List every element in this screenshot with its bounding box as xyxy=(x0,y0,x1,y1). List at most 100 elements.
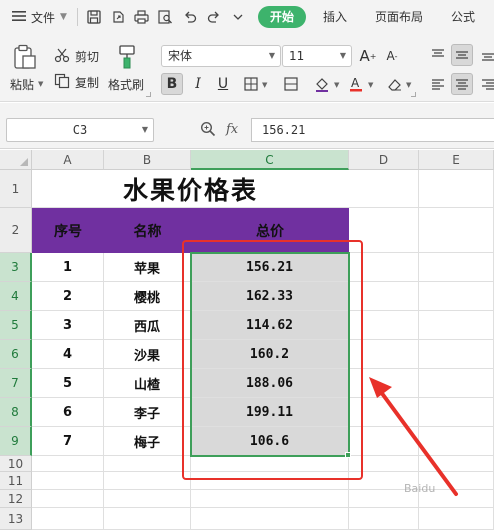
cell-name[interactable]: 樱桃 xyxy=(104,282,191,311)
underline-button[interactable]: U xyxy=(212,73,234,95)
name-box[interactable]: C3 ▼ xyxy=(6,118,154,142)
border-icon[interactable] xyxy=(240,73,262,95)
cell-e2[interactable] xyxy=(419,208,494,253)
sheet-title-cell[interactable]: 水果价格表 xyxy=(32,170,349,208)
cell-no[interactable]: 2 xyxy=(32,282,104,311)
select-all-button[interactable] xyxy=(0,150,32,170)
header-cell-no[interactable]: 序号 xyxy=(32,208,104,253)
row-header-11[interactable]: 11 xyxy=(0,472,32,490)
cell-name[interactable]: 梅子 xyxy=(104,427,191,456)
empty-cell[interactable] xyxy=(419,398,494,427)
header-cell-name[interactable]: 名称 xyxy=(104,208,191,253)
paste-button[interactable]: 粘贴 xyxy=(10,76,34,93)
empty-cell[interactable] xyxy=(349,282,419,311)
empty-cell[interactable] xyxy=(419,427,494,456)
empty-cell[interactable] xyxy=(349,456,419,472)
column-header-b[interactable]: B xyxy=(104,150,191,170)
row-header-12[interactable]: 12 xyxy=(0,490,32,508)
cut-button[interactable]: 剪切 xyxy=(75,48,99,65)
empty-cell[interactable] xyxy=(191,508,349,530)
formula-input[interactable]: 156.21 xyxy=(251,118,494,142)
align-left-icon[interactable] xyxy=(427,73,449,95)
row-header-7[interactable]: 7 xyxy=(0,369,32,398)
empty-cell[interactable] xyxy=(349,369,419,398)
empty-cell[interactable] xyxy=(349,427,419,456)
empty-cell[interactable] xyxy=(104,490,191,508)
row-header-10[interactable]: 10 xyxy=(0,456,32,472)
cell-no[interactable]: 1 xyxy=(32,253,104,282)
empty-cell[interactable] xyxy=(419,253,494,282)
column-header-e[interactable]: E xyxy=(419,150,494,170)
cell-d2[interactable] xyxy=(349,208,419,253)
cell-name[interactable]: 山楂 xyxy=(104,369,191,398)
align-right-icon[interactable] xyxy=(477,73,494,95)
align-bottom-icon[interactable] xyxy=(477,44,494,66)
font-color-icon[interactable]: A xyxy=(345,73,367,95)
align-top-icon[interactable] xyxy=(427,44,449,66)
header-cell-total[interactable]: 总价 xyxy=(191,208,349,253)
customize-toolbar-icon[interactable] xyxy=(230,9,246,25)
empty-cell[interactable] xyxy=(419,456,494,472)
empty-cell[interactable] xyxy=(419,340,494,369)
eraser-icon[interactable] xyxy=(384,73,406,95)
empty-cell[interactable] xyxy=(32,456,104,472)
cell-e1[interactable] xyxy=(419,170,494,208)
format-painter-button[interactable]: 格式刷 xyxy=(108,76,144,93)
italic-button[interactable]: I xyxy=(187,73,209,95)
save-icon[interactable] xyxy=(86,9,102,25)
cell-price[interactable]: 156.21 xyxy=(191,253,349,282)
row-header-1[interactable]: 1 xyxy=(0,170,32,208)
empty-cell[interactable] xyxy=(32,490,104,508)
merge-cells-icon[interactable] xyxy=(280,73,302,95)
cell-name[interactable]: 苹果 xyxy=(104,253,191,282)
cell-price[interactable]: 106.6 xyxy=(191,427,349,456)
empty-cell[interactable] xyxy=(104,472,191,490)
chevron-down-icon[interactable]: ▼ xyxy=(334,81,339,89)
decrease-font-icon[interactable]: A- xyxy=(381,45,403,67)
empty-cell[interactable] xyxy=(349,508,419,530)
copy-button[interactable]: 复制 xyxy=(75,74,99,91)
empty-cell[interactable] xyxy=(419,311,494,340)
cell-name[interactable]: 李子 xyxy=(104,398,191,427)
empty-cell[interactable] xyxy=(191,490,349,508)
empty-cell[interactable] xyxy=(349,253,419,282)
fill-handle[interactable] xyxy=(345,452,351,458)
empty-cell[interactable] xyxy=(419,369,494,398)
cell-d1[interactable] xyxy=(349,170,419,208)
empty-cell[interactable] xyxy=(349,398,419,427)
tab-home[interactable]: 开始 xyxy=(257,6,306,28)
row-header-5[interactable]: 5 xyxy=(0,311,32,340)
empty-cell[interactable] xyxy=(104,508,191,530)
empty-cell[interactable] xyxy=(32,508,104,530)
column-header-d[interactable]: D xyxy=(349,150,419,170)
cell-price[interactable]: 160.2 xyxy=(191,340,349,369)
row-header-13[interactable]: 13 xyxy=(0,508,32,530)
cell-price[interactable]: 114.62 xyxy=(191,311,349,340)
empty-cell[interactable] xyxy=(191,456,349,472)
file-menu[interactable]: 文件 ▼ xyxy=(8,5,71,29)
empty-cell[interactable] xyxy=(349,340,419,369)
chevron-down-icon[interactable]: ▼ xyxy=(368,81,373,89)
empty-cell[interactable] xyxy=(419,282,494,311)
undo-icon[interactable] xyxy=(182,9,198,25)
insert-function-button[interactable]: fx xyxy=(226,122,238,137)
cell-name[interactable]: 西瓜 xyxy=(104,311,191,340)
empty-cell[interactable] xyxy=(104,456,191,472)
font-name-select[interactable]: 宋体 ▼ xyxy=(161,45,281,67)
fill-color-icon[interactable] xyxy=(311,73,333,95)
print-preview-icon[interactable] xyxy=(158,9,174,25)
row-header-4[interactable]: 4 xyxy=(0,282,32,311)
empty-cell[interactable] xyxy=(191,472,349,490)
group-launcher-icon[interactable] xyxy=(411,92,416,97)
cell-price[interactable]: 188.06 xyxy=(191,369,349,398)
row-header-8[interactable]: 8 xyxy=(0,398,32,427)
row-header-9[interactable]: 9 xyxy=(0,427,32,456)
chevron-down-icon[interactable]: ▼ xyxy=(38,80,43,88)
increase-font-icon[interactable]: A + xyxy=(357,45,379,67)
cell-no[interactable]: 6 xyxy=(32,398,104,427)
tab-insert[interactable]: 插入 xyxy=(312,6,358,28)
column-header-c[interactable]: C xyxy=(191,150,349,170)
redo-icon[interactable] xyxy=(206,9,222,25)
export-icon[interactable] xyxy=(110,9,126,25)
row-header-3[interactable]: 3 xyxy=(0,253,32,282)
